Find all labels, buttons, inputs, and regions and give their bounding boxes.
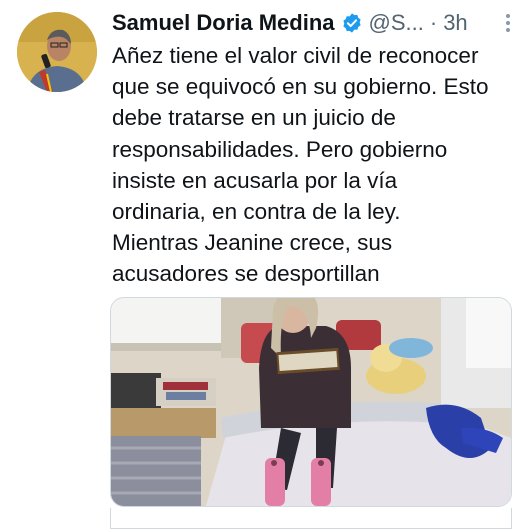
tweet-timestamp[interactable]: 3h [443, 10, 467, 36]
more-options-icon[interactable] [498, 10, 518, 36]
separator-dot: · [429, 10, 438, 35]
tweet-text: Añez tiene el valor civil de reconocer q… [112, 43, 489, 287]
tweet: Samuel Doria Medina @S... · 3h Añez tien… [0, 0, 526, 529]
author-avatar[interactable] [17, 12, 97, 92]
author-name[interactable]: Samuel Doria Medina [112, 10, 335, 36]
tweet-media-photo[interactable] [110, 297, 512, 507]
photo-image [111, 298, 511, 506]
tweet-header: Samuel Doria Medina @S... · 3h [112, 8, 518, 38]
media-caption-area [110, 508, 512, 529]
verified-badge-icon [341, 12, 363, 34]
avatar-image [17, 12, 97, 92]
author-handle[interactable]: @S... [369, 10, 424, 36]
